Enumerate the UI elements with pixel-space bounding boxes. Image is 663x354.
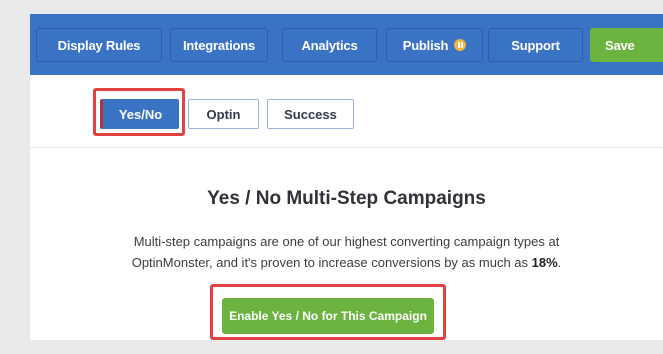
enable-yes-no-label: Enable Yes / No for This Campaign [229, 309, 427, 323]
description-line-1: Multi-step campaigns are one of our high… [133, 234, 560, 249]
description-end: . [557, 255, 562, 270]
tab-success[interactable]: Success [267, 99, 354, 129]
enable-yes-no-button[interactable]: Enable Yes / No for This Campaign [222, 298, 434, 334]
campaign-editor: Display Rules Integrations Analytics Pub… [30, 14, 663, 340]
save-label: Save [605, 37, 635, 53]
integrations-label: Integrations [183, 37, 255, 53]
top-navigation-bar: Display Rules Integrations Analytics Pub… [30, 14, 663, 75]
analytics-label: Analytics [301, 37, 358, 53]
pause-badge-icon [454, 39, 467, 51]
save-button[interactable]: Save [590, 28, 663, 62]
tab-optin-label: Optin [206, 106, 241, 122]
tab-success-label: Success [284, 106, 337, 122]
support-label: Support [511, 37, 560, 53]
campaign-description: Multi-step campaigns are one of our high… [74, 231, 619, 273]
step-tabs-bar: Yes/No Optin Success [30, 75, 663, 148]
display-rules-button[interactable]: Display Rules [36, 28, 162, 62]
analytics-button[interactable]: Analytics [282, 28, 377, 62]
conversion-stat: 18% [531, 255, 558, 270]
yes-no-tab-highlight [93, 88, 185, 136]
description-line-2: OptinMonster, and it's proven to increas… [131, 255, 532, 270]
support-button[interactable]: Support [488, 28, 583, 62]
integrations-button[interactable]: Integrations [170, 28, 268, 62]
publish-label: Publish [402, 37, 449, 53]
page-title: Yes / No Multi-Step Campaigns [207, 188, 486, 209]
publish-button[interactable]: Publish [386, 28, 483, 62]
tab-optin[interactable]: Optin [188, 99, 259, 129]
display-rules-label: Display Rules [57, 37, 141, 53]
